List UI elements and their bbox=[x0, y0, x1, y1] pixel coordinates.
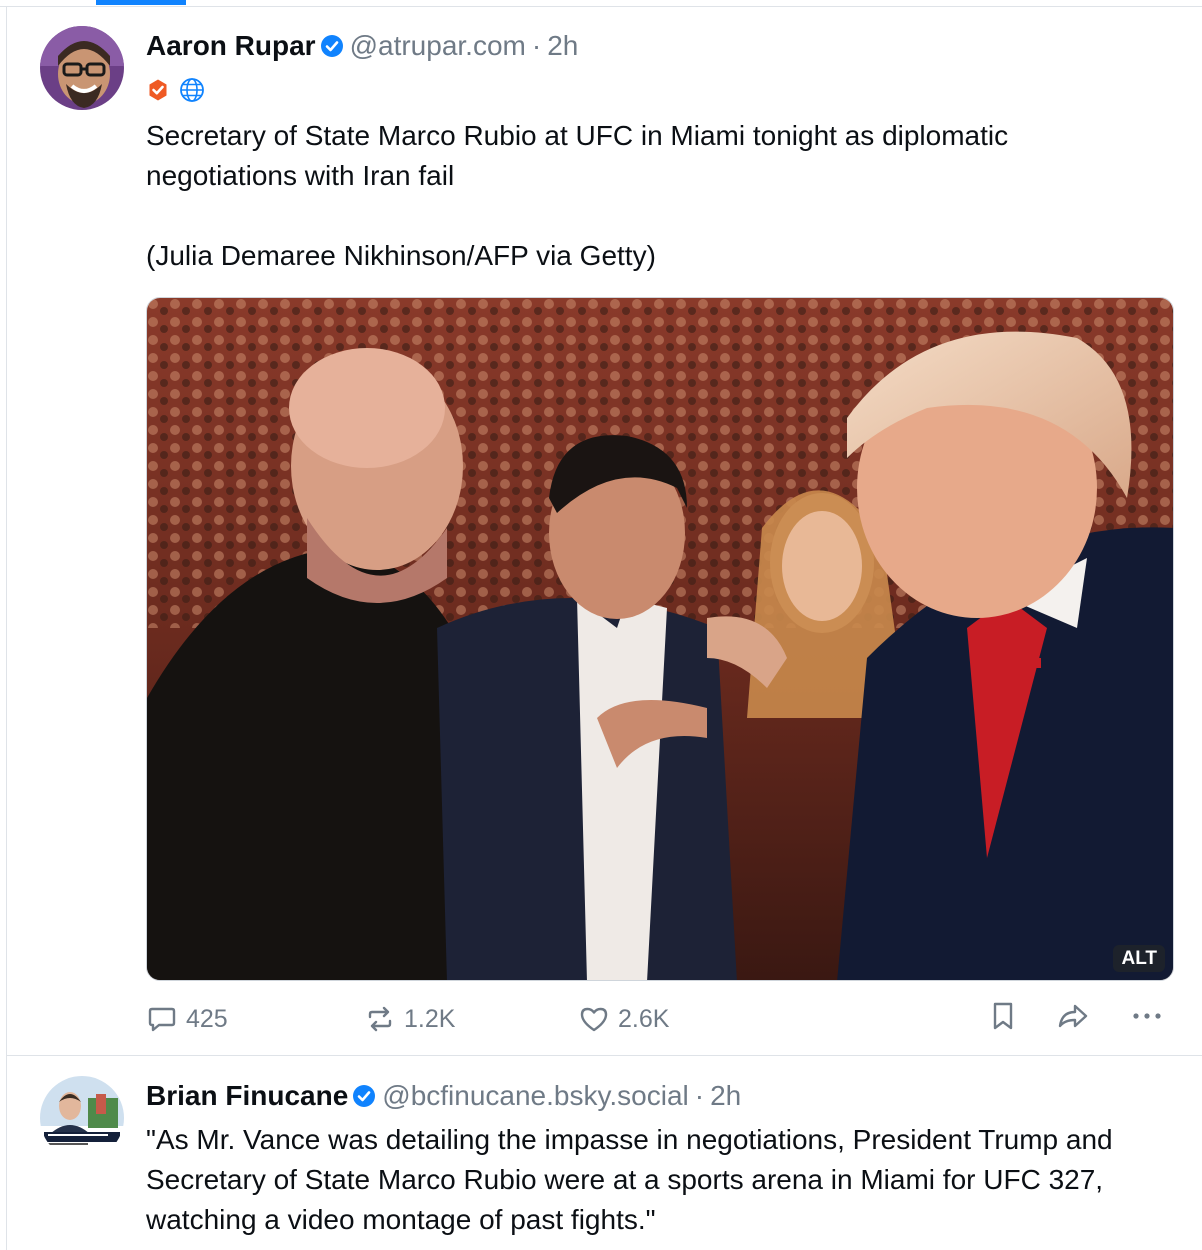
globe-icon[interactable] bbox=[178, 76, 206, 109]
checkmark-badge-icon[interactable] bbox=[146, 78, 170, 107]
heart-icon bbox=[578, 1003, 610, 1035]
more-icon bbox=[1130, 1000, 1164, 1032]
author-handle[interactable]: @bcfinucane.bsky.social bbox=[382, 1078, 689, 1114]
post-text: Secretary of State Marco Rubio at UFC in… bbox=[146, 120, 1009, 271]
share-button[interactable] bbox=[1056, 1000, 1090, 1032]
avatar[interactable] bbox=[40, 1076, 124, 1160]
repost-icon bbox=[364, 1003, 396, 1035]
reply-icon bbox=[146, 1003, 178, 1035]
reply-button[interactable]: 425 bbox=[146, 1000, 228, 1038]
post-time[interactable]: 2h bbox=[547, 28, 578, 64]
repost-button[interactable]: 1.2K bbox=[364, 1000, 455, 1038]
post-text: "As Mr. Vance was detailing the impasse … bbox=[146, 1124, 1121, 1235]
active-tab-indicator bbox=[96, 0, 186, 5]
profile-badges bbox=[146, 76, 206, 109]
like-button[interactable]: 2.6K bbox=[578, 1000, 669, 1038]
share-icon bbox=[1056, 1000, 1090, 1032]
post-actions: 425 1.2K 2.6K bbox=[146, 1000, 1174, 1038]
post-time[interactable]: 2h bbox=[710, 1078, 741, 1114]
author-name[interactable]: Brian Finucane bbox=[146, 1078, 348, 1114]
avatar[interactable] bbox=[40, 26, 124, 110]
bookmark-icon bbox=[988, 1000, 1018, 1032]
like-count: 2.6K bbox=[618, 1005, 670, 1033]
post-header: Aaron Rupar @atrupar.com · 2h bbox=[146, 28, 578, 64]
verified-badge-icon[interactable] bbox=[320, 34, 344, 58]
repost-count: 1.2K bbox=[404, 1005, 456, 1033]
author-name[interactable]: Aaron Rupar bbox=[146, 28, 316, 64]
more-options-button[interactable] bbox=[1130, 1000, 1164, 1032]
alt-text-button[interactable]: ALT bbox=[1113, 945, 1165, 972]
post-image[interactable]: ALT bbox=[146, 297, 1174, 981]
top-divider bbox=[0, 6, 1202, 7]
reply-count: 425 bbox=[186, 1005, 228, 1033]
separator-dot: · bbox=[694, 1080, 705, 1111]
post-header: Brian Finucane @bcfinucane.bsky.social ·… bbox=[146, 1078, 741, 1114]
author-handle[interactable]: @atrupar.com bbox=[350, 28, 526, 64]
bookmark-button[interactable] bbox=[988, 1000, 1018, 1032]
post-divider bbox=[6, 1055, 1202, 1056]
separator-dot: · bbox=[531, 30, 542, 61]
feed-left-border bbox=[6, 6, 7, 1250]
verified-badge-icon[interactable] bbox=[352, 1084, 376, 1108]
